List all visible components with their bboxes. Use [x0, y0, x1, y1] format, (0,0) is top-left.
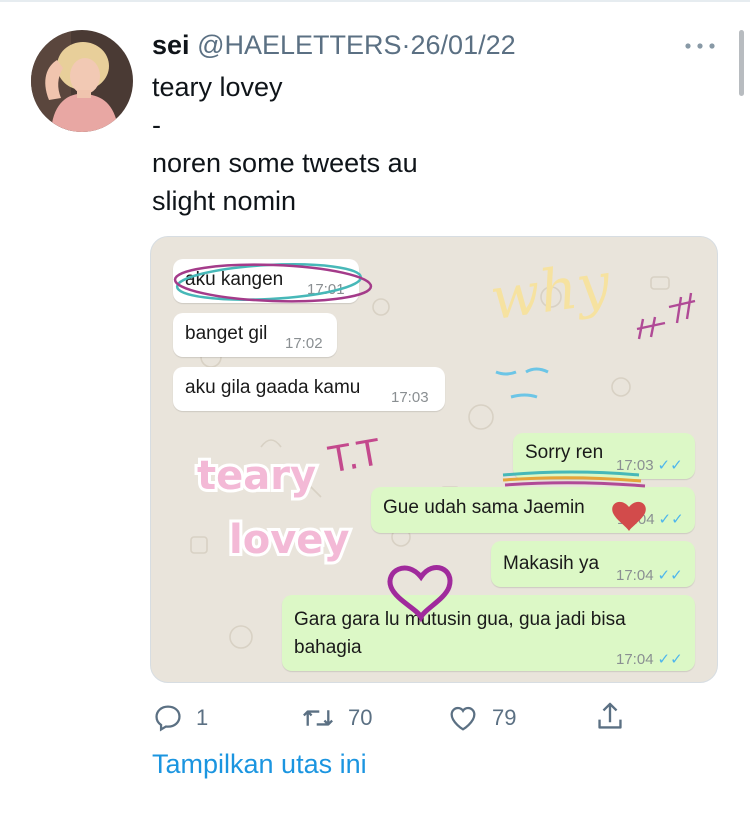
read-ticks-icon: ✓✓ [657, 457, 683, 474]
tweet-text: teary lovey - noren some tweets au sligh… [152, 72, 418, 216]
retweet-button[interactable]: 70 [300, 702, 372, 734]
scrollbar[interactable] [739, 30, 744, 96]
reply-button[interactable]: 1 [152, 702, 208, 734]
chat-message-outgoing: Gara gara lu mutusin gua, gua jadi bisa … [282, 595, 695, 671]
read-ticks-icon: ✓✓ [658, 511, 684, 528]
message-time: 17:04 ✓✓ [617, 508, 684, 532]
like-button[interactable]: 79 [446, 702, 516, 734]
read-ticks-icon: ✓✓ [657, 567, 683, 584]
message-time: 17:03 [391, 389, 429, 406]
heart-icon [450, 706, 476, 731]
header-separator: · [401, 30, 411, 60]
tweet-header: sei @HAELETTERS·26/01/22 [152, 28, 516, 62]
reply-icon [155, 705, 181, 732]
message-text: Sorry ren [525, 442, 604, 463]
chat-message-outgoing: Makasih ya 17:04 ✓✓ [491, 541, 695, 587]
message-text: banget gil [185, 323, 268, 344]
message-time-value: 17:04 [617, 511, 655, 528]
chat-message-outgoing: Sorry ren 17:03 ✓✓ [513, 433, 695, 479]
tweet-actions: 1 70 79 [0, 700, 750, 740]
user-handle[interactable]: @HAELETTERS [197, 30, 401, 60]
tweet-media[interactable]: aku kangen 17:01 banget gil 17:02 aku gi… [150, 236, 718, 683]
retweet-icon [303, 710, 333, 726]
chat-message-incoming: aku gila gaada kamu 17:03 [173, 367, 445, 411]
marker-scribble-circle [173, 263, 373, 303]
top-divider [0, 0, 750, 2]
message-time: 17:04 ✓✓ [616, 564, 683, 588]
tweet-date[interactable]: 26/01/22 [411, 30, 516, 60]
message-time: 17:02 [285, 335, 323, 352]
share-button[interactable] [594, 700, 626, 734]
share-icon [598, 702, 622, 729]
retweet-count: 70 [348, 705, 373, 730]
chat-message-incoming: banget gil 17:02 [173, 313, 337, 357]
read-ticks-icon: ✓✓ [657, 651, 683, 668]
message-time-value: 17:03 [616, 457, 654, 474]
message-text: aku gila gaada kamu [185, 377, 361, 398]
like-count: 79 [492, 705, 517, 730]
message-time: 17:04 ✓✓ [616, 648, 683, 672]
reply-count: 1 [196, 705, 209, 730]
avatar-image [31, 30, 133, 132]
more-options-icon[interactable] [682, 36, 718, 56]
display-name[interactable]: sei [152, 30, 190, 60]
show-thread-link[interactable]: Tampilkan utas ini [152, 749, 367, 780]
message-text: Gue udah sama Jaemin [383, 497, 585, 518]
message-time-value: 17:04 [616, 651, 654, 668]
message-text: Makasih ya [503, 553, 600, 574]
avatar[interactable] [31, 30, 133, 132]
chat-message-outgoing: Gue udah sama Jaemin 17:04 ✓✓ [371, 487, 695, 533]
message-time-value: 17:04 [616, 567, 654, 584]
message-time: 17:03 ✓✓ [616, 454, 683, 478]
message-text: Gara gara lu mutusin gua, gua jadi bisa … [294, 609, 626, 658]
